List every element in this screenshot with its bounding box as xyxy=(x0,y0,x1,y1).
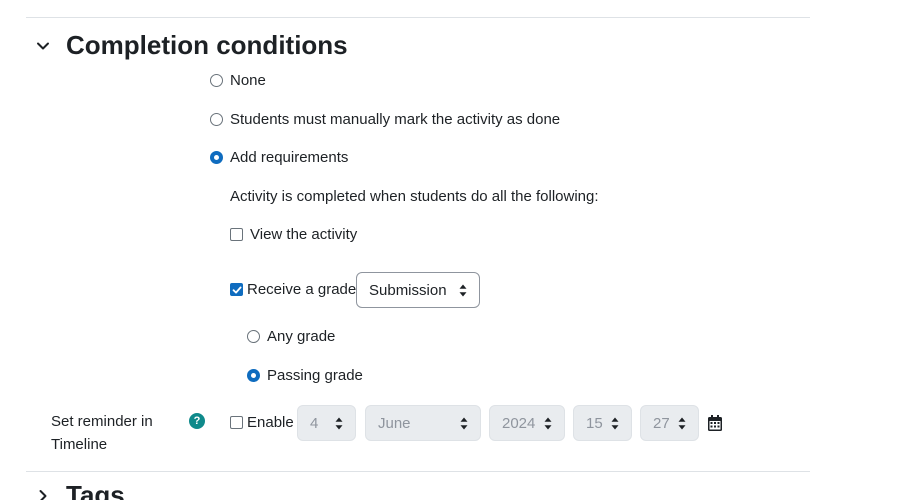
passing-grade-label[interactable]: Passing grade xyxy=(267,367,363,384)
radio-none-row[interactable]: None xyxy=(210,72,266,89)
select-caret-icon xyxy=(678,417,686,430)
set-reminder-label-line2: Timeline xyxy=(51,436,108,453)
radio-any-grade[interactable] xyxy=(247,330,260,343)
reminder-month-select[interactable]: June xyxy=(365,405,481,441)
radio-manual-row[interactable]: Students must manually mark the activity… xyxy=(210,111,560,128)
select-caret-icon xyxy=(611,417,619,430)
any-grade-row[interactable]: Any grade xyxy=(247,328,335,345)
tags-header[interactable]: Tags xyxy=(33,480,125,500)
reminder-year-select[interactable]: 2024 xyxy=(489,405,565,441)
chevron-right-icon[interactable] xyxy=(33,486,53,500)
radio-add-requirements[interactable] xyxy=(210,151,223,164)
reminder-minute-value: 27 xyxy=(653,414,670,432)
radio-none[interactable] xyxy=(210,74,223,87)
reminder-enable-checkbox[interactable] xyxy=(230,416,243,429)
receive-grade-row[interactable]: Receive a grade xyxy=(230,281,356,298)
section-divider-bottom xyxy=(26,471,810,472)
view-activity-checkbox[interactable] xyxy=(230,228,243,241)
reminder-hour-select[interactable]: 15 xyxy=(573,405,632,441)
reminder-month-value: June xyxy=(378,414,411,432)
view-activity-row[interactable]: View the activity xyxy=(230,226,357,243)
activity-settings-form: Completion conditions None Students must… xyxy=(0,0,916,500)
calendar-icon[interactable] xyxy=(708,415,722,435)
select-caret-icon xyxy=(335,417,343,430)
reminder-minute-select[interactable]: 27 xyxy=(640,405,699,441)
set-reminder-label-line1: Set reminder in xyxy=(51,413,153,430)
requirements-intro: Activity is completed when students do a… xyxy=(230,188,599,205)
section-divider-top xyxy=(26,17,810,18)
radio-manual[interactable] xyxy=(210,113,223,126)
check-icon xyxy=(232,286,242,294)
passing-grade-row[interactable]: Passing grade xyxy=(247,367,363,384)
receive-grade-label[interactable]: Receive a grade xyxy=(247,281,356,298)
reminder-day-select[interactable]: 4 xyxy=(297,405,356,441)
select-caret-icon xyxy=(459,284,467,297)
grade-item-select-value: Submission xyxy=(369,281,447,299)
set-reminder-label: Set reminder in Timeline xyxy=(51,410,153,456)
receive-grade-checkbox[interactable] xyxy=(230,283,243,296)
reminder-enable-row[interactable]: Enable xyxy=(230,414,294,431)
view-activity-label[interactable]: View the activity xyxy=(250,226,357,243)
question-circle-icon[interactable]: ? xyxy=(189,413,205,429)
grade-item-select[interactable]: Submission xyxy=(356,272,480,308)
radio-add-requirements-label[interactable]: Add requirements xyxy=(230,149,348,166)
select-caret-icon xyxy=(544,417,552,430)
reminder-hour-value: 15 xyxy=(586,414,603,432)
reminder-enable-label[interactable]: Enable xyxy=(247,414,294,431)
chevron-down-icon[interactable] xyxy=(33,36,53,56)
reminder-day-value: 4 xyxy=(310,414,319,432)
completion-conditions-header[interactable]: Completion conditions xyxy=(33,30,348,61)
reminder-year-value: 2024 xyxy=(502,414,536,432)
help-icon-glyph: ? xyxy=(193,415,201,427)
radio-none-label[interactable]: None xyxy=(230,72,266,89)
any-grade-label[interactable]: Any grade xyxy=(267,328,335,345)
requirements-intro-text: Activity is completed when students do a… xyxy=(230,188,599,205)
tags-title: Tags xyxy=(66,480,125,500)
radio-passing-grade[interactable] xyxy=(247,369,260,382)
radio-manual-label[interactable]: Students must manually mark the activity… xyxy=(230,111,560,128)
radio-add-requirements-row[interactable]: Add requirements xyxy=(210,149,348,166)
completion-conditions-title: Completion conditions xyxy=(66,30,348,60)
select-caret-icon xyxy=(460,417,468,430)
